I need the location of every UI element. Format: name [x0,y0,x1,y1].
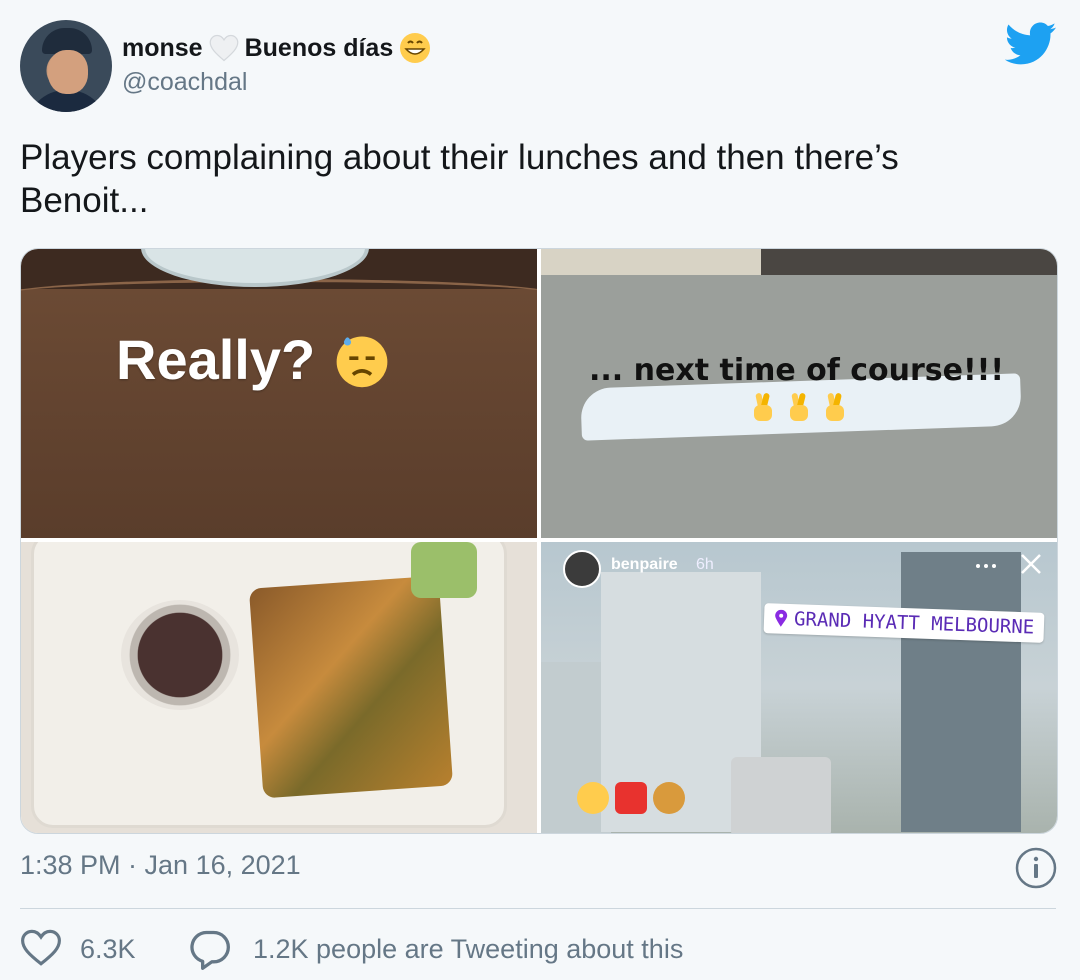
author-display-name-suffix: Buenos días [244,33,394,62]
tweeting-about-link[interactable]: 1.2K people are Tweeting about this [253,934,683,965]
more-dots-icon [976,564,996,568]
white-heart-icon [209,34,238,62]
author-handle[interactable]: @coachdal [122,68,247,97]
tweet-timestamp[interactable]: 1:38 PM · Jan 16, 2021 [20,850,301,881]
media-photo-1[interactable]: Really? [21,249,537,538]
location-text: GRAND HYATT MELBOURNE [793,608,1035,639]
photo-1-caption: Really? [116,328,316,391]
close-icon [1021,554,1041,574]
reply-bubble-icon[interactable] [188,928,232,970]
tweet-text: Players complaining about their lunches … [20,138,899,220]
divider [20,908,1056,909]
crossed-fingers-icon [754,393,772,421]
crossed-fingers-icon [790,393,808,421]
like-count[interactable]: 6.3K [80,934,136,965]
crossed-fingers-icon [826,393,844,421]
heart-eyes-icon [577,782,609,814]
media-grid[interactable]: Really? ... next time of course!!! benpa… [20,248,1058,834]
author-name-row[interactable]: monse Buenos días [122,30,431,66]
media-photo-2[interactable]: ... next time of course!!! [541,249,1057,538]
media-photo-3[interactable] [21,542,537,833]
fries-icon [615,782,647,814]
downcast-sweat-face-icon [336,335,388,387]
grinning-face-icon [400,33,431,63]
story-avatar [563,550,601,588]
burger-icon [653,782,685,814]
avatar[interactable] [20,20,112,112]
author-display-name[interactable]: monse [122,34,203,63]
twitter-bird-icon[interactable] [1005,22,1057,66]
story-time: 6h [696,556,714,573]
story-username: benpaire [611,556,678,573]
media-photo-4[interactable]: benpaire 6h GRAND HYATT MELBOURNE [541,542,1057,833]
info-icon[interactable] [1014,846,1058,890]
photo-2-caption: ... next time of course!!! [589,353,1005,388]
like-heart-icon[interactable] [20,928,62,968]
location-pin-icon [775,609,788,627]
